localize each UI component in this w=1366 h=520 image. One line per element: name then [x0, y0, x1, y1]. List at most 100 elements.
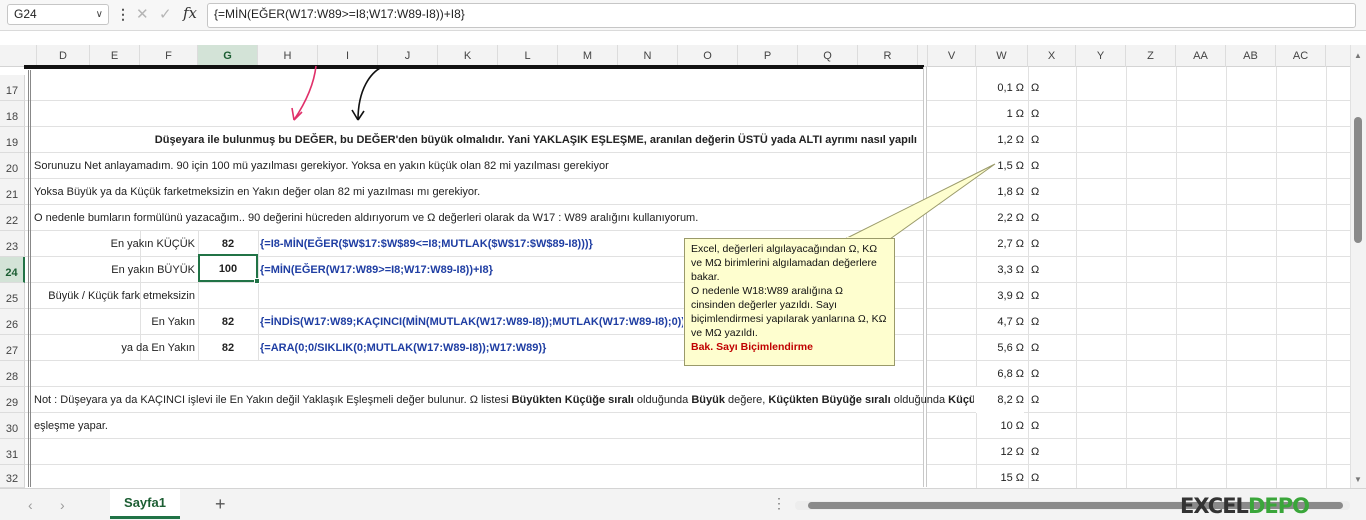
column-header-x[interactable]: X	[1028, 45, 1076, 67]
column-header-n[interactable]: N	[618, 45, 678, 67]
note-line-29[interactable]: Not : Düşeyara ya da KAÇINCI işlevi ile …	[34, 387, 974, 413]
column-header-e[interactable]: E	[90, 45, 140, 67]
row-header-21[interactable]: 21	[0, 179, 25, 205]
gridline	[258, 231, 259, 361]
row-header-28[interactable]: 28	[0, 361, 25, 387]
formula-nearest-larger[interactable]: {=MİN(EĞER(W17:W89>=I8;W17:W89-I8))+I8}	[260, 257, 680, 283]
column-header-ab[interactable]: AB	[1226, 45, 1276, 67]
scroll-up-icon[interactable]: ▲	[1354, 51, 1362, 60]
column-header-f[interactable]: F	[140, 45, 198, 67]
row-header-18[interactable]: 18	[0, 101, 25, 127]
column-header-m[interactable]: M	[558, 45, 618, 67]
label-or-nearest[interactable]: ya da En Yakın	[40, 335, 195, 361]
column-header-g[interactable]: G	[198, 45, 258, 67]
w-value[interactable]: 0,1 Ω	[976, 75, 1024, 101]
w-value[interactable]: 6,8 Ω	[976, 361, 1024, 387]
column-header-r[interactable]: R	[858, 45, 918, 67]
x-unit[interactable]: Ω	[1031, 361, 1071, 387]
comment-callout[interactable]: Excel, değerleri algılayacağından Ω, KΩ …	[684, 238, 895, 366]
chevron-left-icon[interactable]: ‹	[28, 497, 33, 513]
more-options-icon[interactable]: ⋮	[116, 6, 130, 23]
row-header-26[interactable]: 26	[0, 309, 25, 335]
w-value[interactable]: 3,9 Ω	[976, 283, 1024, 309]
column-header-p[interactable]: P	[738, 45, 798, 67]
gridline	[1028, 67, 1029, 488]
note-line-30[interactable]: eşleşme yapar.	[34, 413, 634, 439]
value-nearest-larger[interactable]: 100	[198, 256, 258, 282]
w-value[interactable]: 4,7 Ω	[976, 309, 1024, 335]
row-header-27[interactable]: 27	[0, 335, 25, 361]
x-unit[interactable]: Ω	[1031, 153, 1071, 179]
name-box[interactable]: G24 ∨	[7, 4, 109, 25]
row-header-30[interactable]: 30	[0, 413, 25, 439]
vertical-scrollbar[interactable]: ▲ ▼	[1350, 45, 1366, 488]
cancel-icon[interactable]: ✕	[136, 5, 149, 23]
column-header-ac[interactable]: AC	[1276, 45, 1326, 67]
x-unit[interactable]: Ω	[1031, 205, 1071, 231]
chevron-right-icon[interactable]: ›	[60, 497, 65, 513]
column-header-d[interactable]: D	[37, 45, 90, 67]
x-unit[interactable]: Ω	[1031, 309, 1071, 335]
column-header-c[interactable]	[25, 45, 37, 67]
column-header-y[interactable]: Y	[1076, 45, 1126, 67]
x-unit[interactable]: Ω	[1031, 387, 1071, 413]
chevron-down-icon[interactable]: ∨	[96, 5, 103, 24]
x-unit[interactable]: Ω	[1031, 439, 1071, 465]
w-value[interactable]: 3,3 Ω	[976, 257, 1024, 283]
label-nearest[interactable]: En Yakın	[40, 309, 195, 335]
row-header-29[interactable]: 29	[0, 387, 25, 413]
w-value[interactable]: 12 Ω	[976, 439, 1024, 465]
column-header-v[interactable]: V	[928, 45, 976, 67]
x-unit[interactable]: Ω	[1031, 283, 1071, 309]
vertical-scroll-thumb[interactable]	[1354, 117, 1362, 243]
column-header-w[interactable]: W	[976, 45, 1028, 67]
formula-nearest-smaller[interactable]: {=I8-MİN(EĞER($W$17:$W$89<=I8;MUTLAK($W$…	[260, 231, 680, 257]
label-nearest-larger[interactable]: En yakın BÜYÜK	[40, 257, 195, 283]
formula-input[interactable]: {=MİN(EĞER(W17:W89>=I8;W17:W89-I8))+I8}	[207, 3, 1356, 28]
row-header-20[interactable]: 20	[0, 153, 25, 179]
value-nearest[interactable]: 82	[198, 309, 258, 335]
column-header-s[interactable]	[918, 45, 928, 67]
callout-link[interactable]: Bak. Sayı Biçimlendirme	[691, 340, 888, 354]
column-header-z[interactable]: Z	[1126, 45, 1176, 67]
more-options-icon[interactable]: ⋮	[772, 495, 786, 512]
w-value[interactable]: 1 Ω	[976, 101, 1024, 127]
label-nearest-smaller[interactable]: En yakın KÜÇÜK	[40, 231, 195, 257]
x-unit[interactable]: Ω	[1031, 335, 1071, 361]
enter-icon[interactable]: ✓	[159, 5, 172, 23]
add-sheet-icon[interactable]: +	[215, 494, 226, 515]
x-unit[interactable]: Ω	[1031, 257, 1071, 283]
value-or-nearest[interactable]: 82	[198, 335, 258, 361]
formula-nearest-lookup[interactable]: {=ARA(0;0/SIKLIK(0;MUTLAK(W17:W89-I8));W…	[260, 335, 680, 361]
x-unit[interactable]: Ω	[1031, 231, 1071, 257]
note-29-text: değere,	[724, 394, 769, 406]
x-unit[interactable]: Ω	[1031, 127, 1071, 153]
insert-function-icon[interactable]: fx	[183, 4, 197, 22]
row-header-25[interactable]: 25	[0, 283, 25, 309]
x-unit[interactable]: Ω	[1031, 101, 1071, 127]
row-header-31[interactable]: 31	[0, 439, 25, 465]
x-unit[interactable]: Ω	[1031, 179, 1071, 205]
formula-nearest-index[interactable]: {=İNDİS(W17:W89;KAÇINCI(MİN(MUTLAK(W17:W…	[260, 309, 683, 335]
scroll-down-icon[interactable]: ▼	[1354, 475, 1362, 484]
x-unit[interactable]: Ω	[1031, 75, 1071, 101]
column-header-l[interactable]: L	[498, 45, 558, 67]
row-header-23[interactable]: 23	[0, 231, 25, 257]
column-header-o[interactable]: O	[678, 45, 738, 67]
x-unit[interactable]: Ω	[1031, 413, 1071, 439]
row-header-22[interactable]: 22	[0, 205, 25, 231]
column-header-q[interactable]: Q	[798, 45, 858, 67]
row-header-19[interactable]: 19	[0, 127, 25, 153]
column-header-aa[interactable]: AA	[1176, 45, 1226, 67]
w-value[interactable]: 1,2 Ω	[976, 127, 1024, 153]
row-header-17[interactable]: 17	[0, 75, 25, 101]
sheet-title[interactable]: Düşeyara ile bulunmuş bu DEĞER, bu DEĞER…	[34, 127, 917, 153]
row-header-24[interactable]: 24	[0, 257, 25, 283]
w-value[interactable]: 5,6 Ω	[976, 335, 1024, 361]
column-header-k[interactable]: K	[438, 45, 498, 67]
row-header-32[interactable]: 32	[0, 465, 25, 488]
w-value[interactable]: 10 Ω	[976, 413, 1024, 439]
label-regardless[interactable]: Büyük / Küçük fark etmeksizin	[34, 283, 195, 309]
w-value[interactable]: 8,2 Ω	[976, 387, 1024, 413]
sheet-tab-sayfa1[interactable]: Sayfa1	[110, 489, 180, 519]
